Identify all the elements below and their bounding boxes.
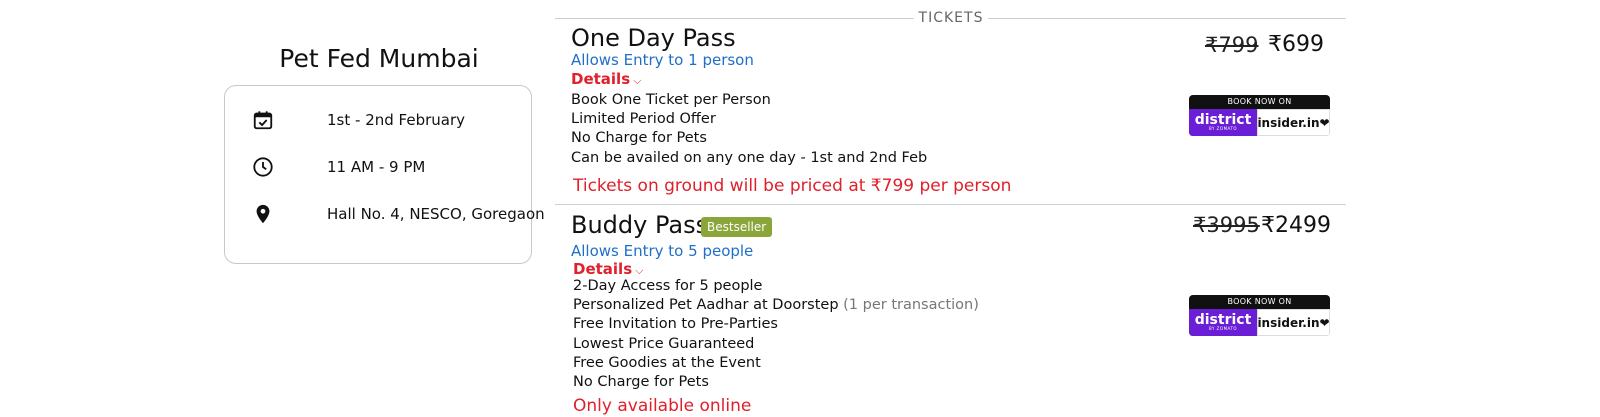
event-date: 1st - 2nd February: [327, 111, 465, 129]
event-title: Pet Fed Mumbai: [279, 44, 479, 73]
details-toggle[interactable]: Details ⌵: [571, 70, 641, 88]
ticket-warning: Tickets on ground will be priced at ₹799…: [573, 176, 1012, 196]
event-location-row: Hall No. 4, NESCO, Goregaon: [251, 201, 545, 227]
ticket-warning: Only available online: [573, 396, 752, 416]
ticket-allows-text: Allows Entry to 5 people: [571, 242, 754, 260]
price-discounted: ₹2499: [1261, 213, 1331, 238]
ticket-name: One Day Pass: [571, 24, 736, 52]
book-now-label: BOOK NOW ON: [1227, 97, 1292, 106]
tickets-heading: TICKETS: [918, 10, 984, 26]
ticket-separator: [555, 204, 1346, 205]
ticket-name: Buddy Pass: [571, 211, 709, 239]
price-original: ₹3995: [1193, 213, 1260, 237]
bestseller-badge: Bestseller: [701, 217, 773, 237]
chevron-down-icon: ⌵: [633, 74, 642, 87]
details-label: Details: [571, 70, 631, 88]
insider-logo: insider.in ❤: [1257, 109, 1330, 136]
price-original: ₹799: [1205, 33, 1259, 57]
feature-item: Book One Ticket per Person: [571, 92, 771, 108]
heart-icon: ❤: [1319, 115, 1330, 130]
event-date-row: 1st - 2nd February: [251, 107, 465, 133]
chevron-down-icon: ⌵: [635, 264, 644, 277]
details-label: Details: [573, 260, 633, 278]
district-logo: district BY ZOMATO: [1189, 309, 1257, 336]
tickets-divider-right: [988, 18, 1346, 19]
details-toggle[interactable]: Details ⌵: [573, 260, 643, 278]
district-logo: district BY ZOMATO: [1189, 109, 1257, 136]
feature-item: No Charge for Pets: [571, 130, 707, 147]
feature-item: 2-Day Access for 5 people: [573, 278, 763, 294]
event-info-card: 1st - 2nd February 11 AM - 9 PM Hall No.…: [224, 85, 545, 264]
feature-item: Lowest Price Guaranteed: [573, 335, 755, 352]
book-now-label: BOOK NOW ON: [1227, 297, 1292, 306]
feature-item: Limited Period Offer: [571, 111, 716, 128]
insider-logo: insider.in ❤: [1257, 309, 1330, 336]
feature-item: Personalized Pet Aadhar at Doorstep (1 p…: [573, 297, 979, 314]
ticket-allows-text: Allows Entry to 1 person: [571, 51, 754, 69]
clock-icon: [251, 155, 275, 179]
feature-item: Free Invitation to Pre-Parties: [573, 316, 778, 333]
tickets-divider-left: [555, 18, 914, 19]
feature-item: No Charge for Pets: [573, 373, 709, 390]
ticket-features-list: Book One Ticket per Person Limited Perio…: [571, 91, 927, 168]
feature-note: (1 per transaction): [843, 297, 979, 314]
event-time: 11 AM - 9 PM: [327, 158, 426, 176]
event-time-row: 11 AM - 9 PM: [251, 154, 425, 180]
feature-item: Free Goodies at the Event: [573, 354, 761, 371]
calendar-check-icon: [251, 108, 275, 132]
book-now-button[interactable]: BOOK NOW ON district BY ZOMATO insider.i…: [1189, 95, 1330, 136]
price-discounted: ₹699: [1268, 32, 1324, 57]
ticket-features-list: 2-Day Access for 5 people Personalized P…: [573, 277, 979, 392]
event-location: Hall No. 4, NESCO, Goregaon: [327, 205, 545, 223]
map-pin-icon: [251, 202, 275, 226]
heart-icon: ❤: [1319, 315, 1330, 330]
feature-item: Can be availed on any one day - 1st and …: [571, 149, 928, 166]
book-now-button[interactable]: BOOK NOW ON district BY ZOMATO insider.i…: [1189, 295, 1330, 336]
